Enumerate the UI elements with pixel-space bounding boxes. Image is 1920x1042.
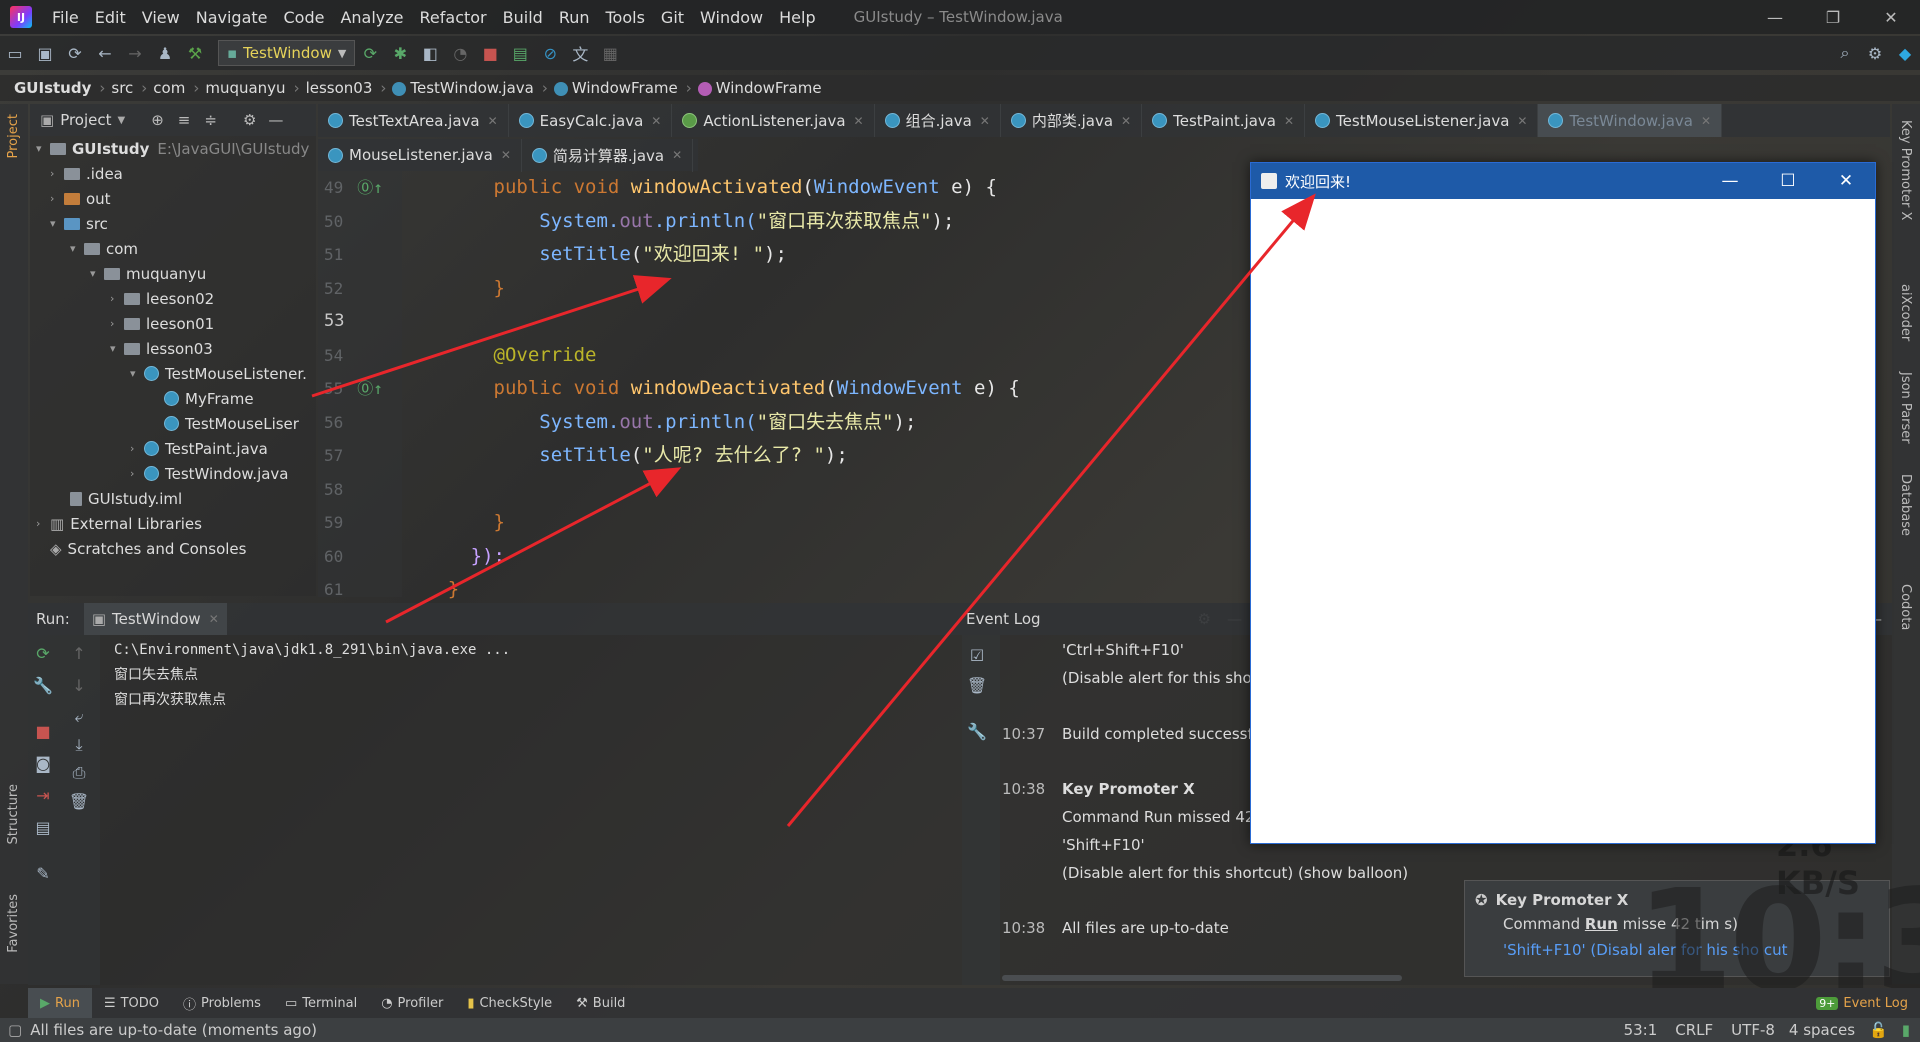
checkstyle-icon: ▮: [467, 995, 475, 1011]
arrow-to-activated-title: [311, 275, 672, 398]
tool-run[interactable]: ▶ Run: [28, 988, 92, 1018]
lock-icon[interactable]: 🔓: [1869, 1021, 1888, 1039]
profiler-icon: ◔: [381, 995, 393, 1011]
tool-todo[interactable]: ☰ TODO: [92, 996, 171, 1011]
terminal-icon: ▭: [284, 995, 298, 1011]
event-log-badge: 9+: [1816, 996, 1839, 1010]
status-message[interactable]: All files are up-to-date (moments ago): [30, 1021, 317, 1039]
tool-event-log[interactable]: 9+ Event Log: [1804, 996, 1920, 1011]
tool-problems[interactable]: ⓘ Problems: [171, 994, 273, 1013]
play-icon: ▶: [40, 995, 50, 1011]
caret-position[interactable]: 53:1: [1624, 1021, 1658, 1039]
info-icon: ⓘ: [183, 997, 197, 1013]
line-separator[interactable]: CRLF: [1675, 1021, 1713, 1039]
tool-terminal[interactable]: ▭ Terminal: [273, 996, 369, 1011]
status-toggle-icon[interactable]: ▢: [8, 1021, 22, 1039]
annotation-arrows: [311, 193, 1316, 827]
status-bar: ▢ All files are up-to-date (moments ago)…: [0, 1018, 1920, 1042]
indent-setting[interactable]: 4 spaces: [1789, 1021, 1855, 1039]
arrow-to-java-window-title: [786, 193, 1316, 827]
tool-profiler[interactable]: ◔ Profiler: [369, 996, 455, 1011]
tool-windows-bar: ▶ Run ☰ TODO ⓘ Problems ▭ Terminal ◔ Profiler…: [28, 988, 1920, 1018]
arrow-to-deactivated-title: [385, 467, 682, 624]
hammer-icon: ⚒: [576, 995, 588, 1011]
tool-checkstyle[interactable]: ▮ CheckStyle: [455, 996, 564, 1011]
memory-indicator-icon[interactable]: ▮: [1902, 1021, 1910, 1039]
file-encoding[interactable]: UTF-8: [1731, 1021, 1775, 1039]
tool-build[interactable]: ⚒ Build: [564, 996, 637, 1011]
list-icon: ☰: [103, 995, 116, 1011]
